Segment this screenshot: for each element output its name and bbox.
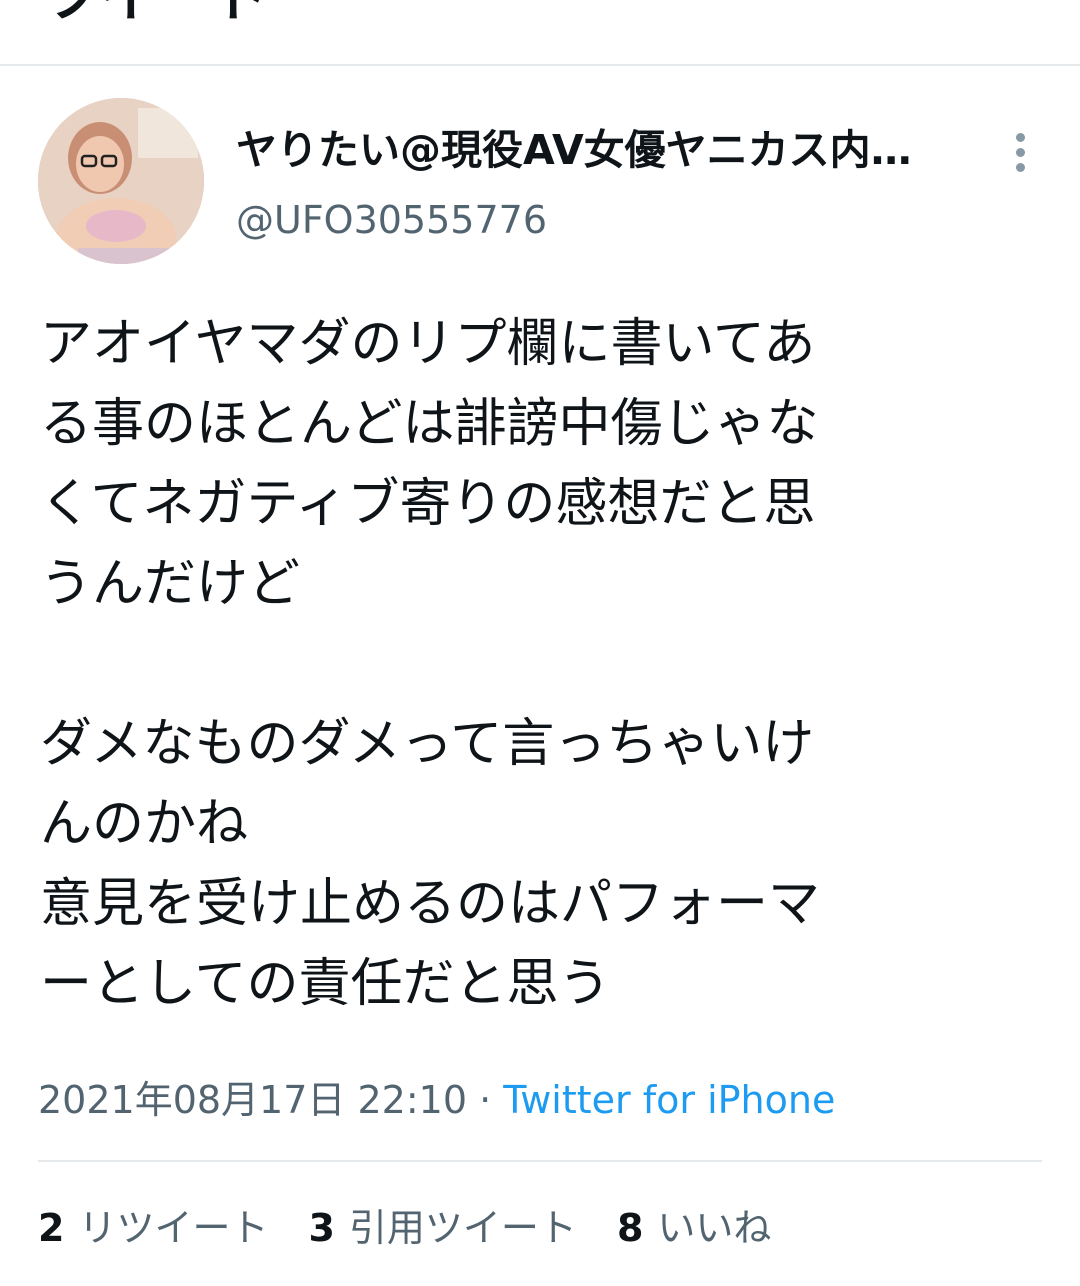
tweet-line: ダメなものダメって言っちゃいけ [40, 714, 815, 774]
retweet-label: リツイート [78, 1206, 269, 1250]
tweet-line: アオイヤマダのリプ欄に書いてあ [40, 314, 816, 374]
tweet-paragraph: アオイヤマダのリプ欄に書いてあ る事のほとんどは誹謗中傷じゃな くてネガティブ寄… [40, 304, 1050, 624]
like-count-link[interactable]: 8 いいね [617, 1200, 771, 1256]
quote-count: 3 [308, 1206, 335, 1250]
quote-count-link[interactable]: 3 引用ツイート [308, 1200, 576, 1256]
tweet-line: る事のほとんどは誹謗中傷じゃな [40, 394, 819, 454]
tweet-line: うんだけど [40, 554, 301, 614]
tweet-timestamp[interactable]: 2021年08月17日 22:10 [38, 1078, 467, 1122]
tweet-meta: 2021年08月17日 22:10 · Twitter for iPhone [38, 1074, 835, 1126]
tweet-text: アオイヤマダのリプ欄に書いてあ る事のほとんどは誹謗中傷じゃな くてネガティブ寄… [40, 304, 1050, 1024]
tweet-line: 意見を受け止めるのはパフォーマ [40, 874, 821, 934]
more-vertical-icon[interactable] [1000, 124, 1040, 180]
more-dot [1015, 162, 1025, 172]
more-dot [1015, 147, 1025, 157]
more-dot [1015, 132, 1025, 142]
tweet-source-link[interactable]: Twitter for iPhone [503, 1078, 835, 1122]
like-count: 8 [616, 1206, 644, 1250]
header-title-clipped: ツイート [44, 0, 268, 33]
author-handle[interactable]: @UFO30555776 [236, 192, 547, 248]
tweet-stats: 2 リツイート 3 引用ツイート 8 いいね [38, 1200, 771, 1256]
header-cutoff: ツイート [0, 0, 1080, 66]
tweet-line: ーとしての責任だと思う [40, 954, 611, 1014]
meta-divider [38, 1160, 1042, 1162]
tweet-paragraph: ダメなものダメって言っちゃいけ んのかね 意見を受け止めるのはパフォーマ ーとし… [40, 704, 1050, 1024]
tweet-line: んのかね [40, 794, 249, 854]
header-divider [0, 64, 1080, 66]
avatar-image [38, 98, 204, 264]
quote-label: 引用ツイート [348, 1206, 577, 1250]
like-label: いいね [657, 1206, 772, 1250]
avatar[interactable] [38, 98, 204, 264]
retweet-count-link[interactable]: 2 リツイート [38, 1200, 268, 1256]
tweet-line: くてネガティブ寄りの感想だと思 [40, 474, 816, 534]
author-display-name[interactable]: ヤりたい@現役AV女優ヤニカス内… [236, 120, 956, 180]
retweet-count: 2 [38, 1206, 65, 1250]
meta-separator: · [479, 1078, 492, 1122]
